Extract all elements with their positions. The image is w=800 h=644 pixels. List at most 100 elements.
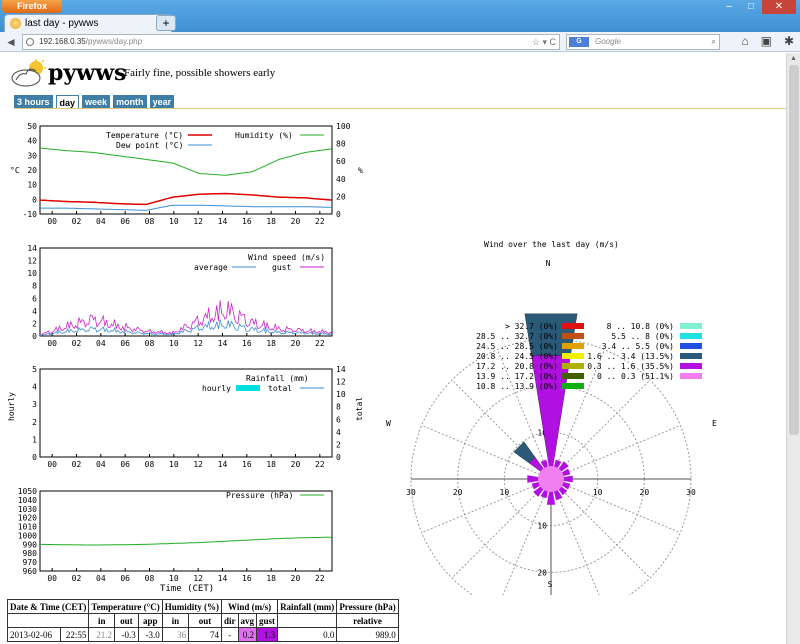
- compass-south: S: [548, 580, 553, 589]
- x-tick-label: 14: [218, 460, 228, 469]
- wind-rose-plot: Wind over the last day (m/s) 30 20 10 10 20 3…: [386, 240, 717, 595]
- wind-rose-legend-swatch: [562, 363, 584, 369]
- rain-hourly-axis-label: hourly: [7, 392, 16, 421]
- x-tick-label: 20: [291, 217, 301, 226]
- google-engine-icon[interactable]: G: [569, 37, 589, 47]
- cell-temp-out: -0.3: [113, 627, 139, 642]
- x-tick-label: 10: [169, 339, 179, 348]
- x-tick-label: 16: [242, 339, 252, 348]
- x-tick-label: 00: [47, 574, 57, 583]
- x-tick-label: 12: [193, 217, 203, 226]
- tab-week[interactable]: week: [82, 95, 111, 109]
- y-tick-label: 0: [336, 210, 341, 219]
- url-bar[interactable]: 192.168.0.35/pywws/day.php ☆ ▾ C: [22, 34, 560, 50]
- y-tick-label: 40: [336, 175, 346, 184]
- y-tick-label: 4: [32, 383, 37, 392]
- x-tick-label: 12: [193, 574, 203, 583]
- rain-total-axis-label: total: [355, 397, 364, 421]
- wind-rose-axis-tick: 10: [593, 488, 603, 497]
- y-tick-label: 980: [23, 549, 38, 558]
- x-tick-label: 02: [72, 460, 82, 469]
- x-tick-label: 18: [266, 460, 276, 469]
- search-input[interactable]: G Google ⌕: [566, 34, 720, 50]
- pywws-logo-icon: [11, 59, 46, 87]
- wind-rose-legend-label: 10.8 .. 13.9 (0%): [476, 382, 558, 391]
- wind-rose-legend-swatch: [680, 353, 702, 359]
- scroll-up-icon[interactable]: ▲: [790, 55, 797, 62]
- window-titlebar: Firefox – □ ✕ last day - pywws × +: [0, 0, 800, 32]
- new-tab-button[interactable]: +: [156, 15, 176, 31]
- x-tick-label: 02: [72, 339, 82, 348]
- x-tick-label: 14: [218, 217, 228, 226]
- vertical-scrollbar[interactable]: ▲: [786, 53, 800, 644]
- wind-rose-legend-label: 5.5 .. 8 (0%): [611, 332, 674, 341]
- y-tick-label: 5: [32, 365, 37, 374]
- wind-rose-legend-swatch: [680, 323, 702, 329]
- wind-rose-legend-swatch: [680, 373, 702, 379]
- current-readings-table: Date & Time (CET) Temperature (°C) Humid…: [6, 599, 399, 642]
- cell-hum-in: 36: [161, 627, 190, 642]
- nav-divider: [14, 108, 786, 109]
- cell-temp-app: -3.0: [137, 627, 163, 642]
- x-tick-label: 04: [96, 460, 106, 469]
- search-icon[interactable]: ⌕: [712, 35, 716, 49]
- x-tick-label: 12: [193, 339, 203, 348]
- x-tick-label: 10: [169, 574, 179, 583]
- close-window-button[interactable]: ✕: [762, 0, 796, 14]
- tab-year[interactable]: year: [149, 95, 175, 109]
- y-tick-label: 8: [32, 282, 37, 291]
- rain-hourly-legend-label: hourly: [202, 384, 231, 393]
- url-host: 192.168.0.35: [39, 37, 86, 46]
- y-tick-label: 2: [32, 319, 37, 328]
- bookmark-star-icon[interactable]: ☆ ▾ C: [532, 35, 556, 49]
- search-placeholder: Google: [595, 37, 621, 46]
- tools-icon[interactable]: ✱: [784, 34, 794, 48]
- y-tick-label: 12: [336, 378, 346, 387]
- x-tick-label: 04: [96, 574, 106, 583]
- firefox-menu-button[interactable]: Firefox: [2, 0, 62, 13]
- wind-rose-legend-label: 17.2 .. 20.8 (0%): [476, 362, 558, 371]
- y-tick-label: 0: [32, 453, 37, 462]
- x-tick-label: 22: [315, 217, 325, 226]
- x-tick-label: 08: [145, 460, 155, 469]
- x-tick-label: 22: [315, 574, 325, 583]
- y-tick-label: 100: [336, 122, 351, 131]
- tab-3-hours[interactable]: 3 hours: [14, 95, 53, 109]
- window-controls: – □ ✕: [718, 0, 796, 14]
- humidity-line: [39, 147, 333, 176]
- wind-rose-axis-tick: 20: [640, 488, 650, 497]
- cell-hum-out: 74: [188, 627, 223, 642]
- x-tick-label: 06: [120, 339, 130, 348]
- y-tick-label: 1010: [18, 523, 37, 532]
- wind-speed-plot: 14121086420 00 02 04 06 08 10 12 14 16 18 20 22 Win…: [27, 244, 333, 348]
- x-tick-label: 04: [96, 217, 106, 226]
- bookmarks-menu-icon[interactable]: ▣: [761, 34, 772, 48]
- y-tick-label: 4: [336, 428, 341, 437]
- browser-tab[interactable]: last day - pywws ×: [4, 14, 172, 32]
- x-tick-label: 18: [266, 574, 276, 583]
- temp-axis-unit: °C: [10, 166, 20, 175]
- home-icon[interactable]: ⌂: [741, 34, 748, 48]
- pressure-legend-label: Pressure (hPa): [226, 491, 293, 500]
- cell-rain: 0.0: [277, 627, 338, 642]
- x-tick-label: 16: [242, 217, 252, 226]
- table-header-humidity: Humidity (%): [161, 599, 223, 614]
- y-tick-label: 1050: [18, 487, 37, 496]
- temperature-humidity-plot: 50403020100-10 100806040200 00 02 04 06 08 10…: [10, 122, 363, 226]
- wind-speed-title: Wind speed (m/s): [248, 253, 325, 262]
- wind-rose-legend-label: 28.5 .. 32.7 (0%): [476, 332, 558, 341]
- cell-wind-dir: -: [221, 627, 239, 642]
- table-header-datetime: Date & Time (CET): [6, 599, 90, 614]
- back-arrow-icon[interactable]: ◄: [3, 34, 19, 50]
- compass-east: E: [712, 419, 717, 428]
- cell-temp-in: 21.2: [88, 627, 115, 642]
- scrollbar-thumb[interactable]: [789, 65, 799, 435]
- wind-rose-title: Wind over the last day (m/s): [484, 240, 619, 249]
- subheader-hum-out: out: [188, 613, 223, 628]
- maximize-button[interactable]: □: [740, 0, 762, 14]
- y-tick-label: 1030: [18, 505, 37, 514]
- tab-month[interactable]: month: [113, 95, 147, 109]
- minimize-button[interactable]: –: [718, 0, 740, 14]
- tab-day[interactable]: day: [55, 95, 80, 109]
- rainfall-title: Rainfall (mm): [246, 374, 309, 383]
